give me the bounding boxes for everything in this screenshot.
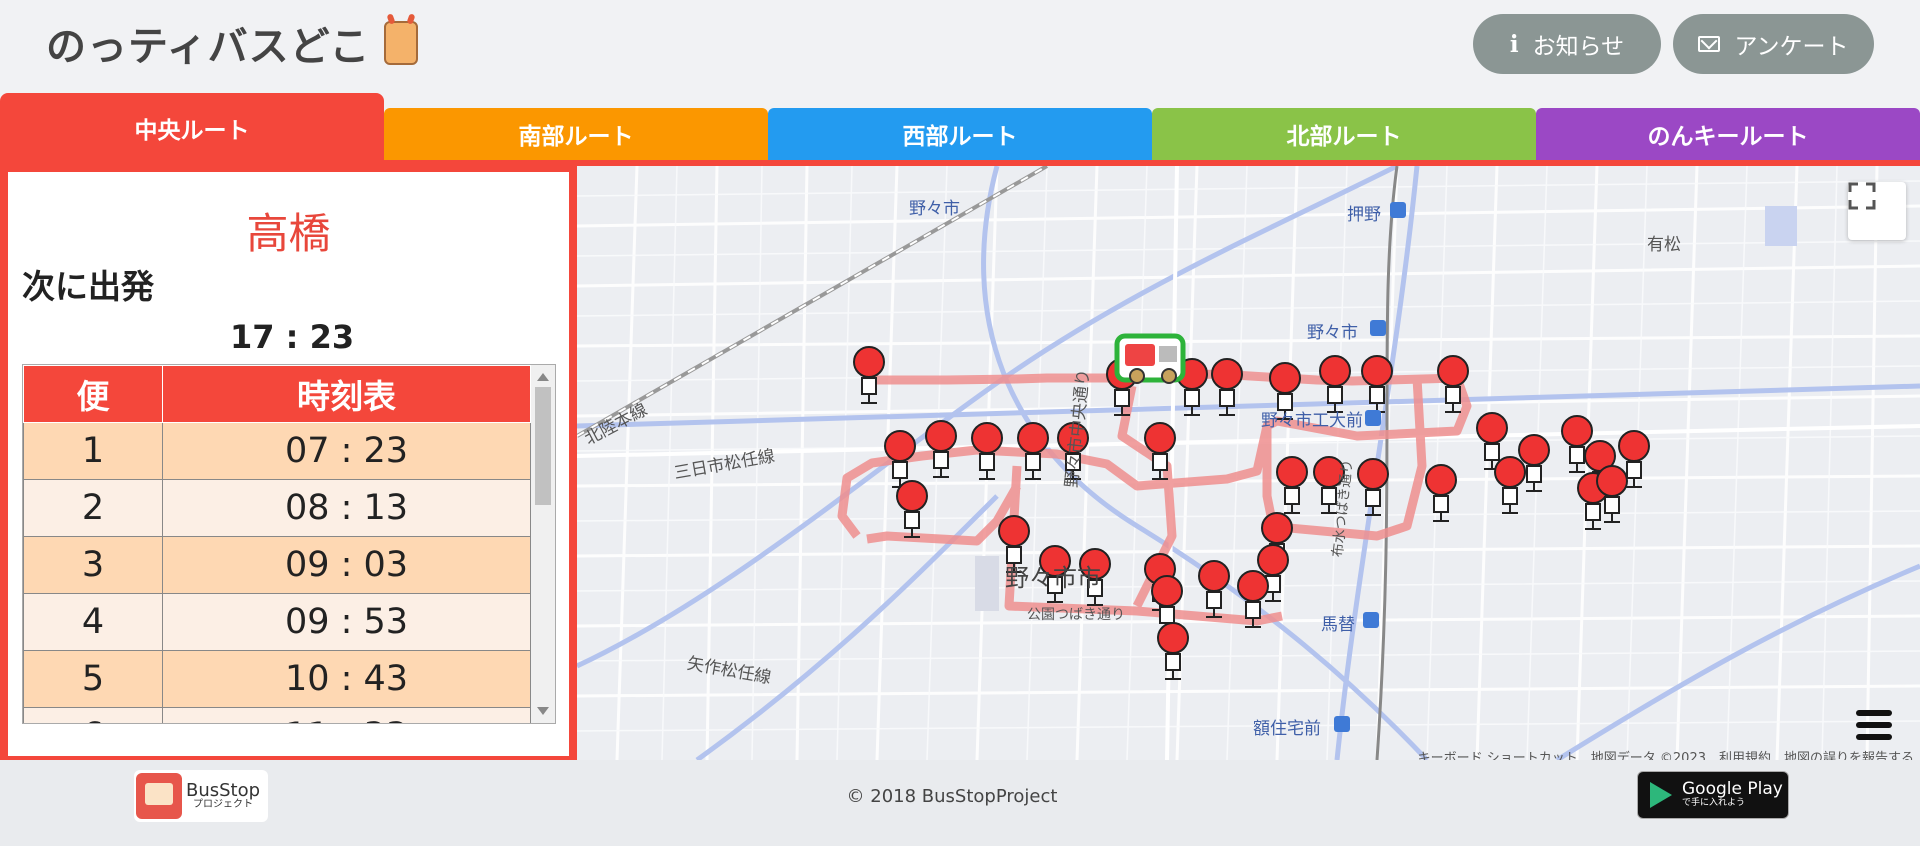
timetable-table: 便 時刻表 1 07 : 23 2 08 : 13 3 09 : 03 4 09… (23, 365, 531, 723)
survey-label: アンケート (1734, 34, 1849, 60)
tab-nanbu-route[interactable]: 南部ルート (384, 108, 768, 160)
table-row: 6 11 : 33 (23, 707, 531, 723)
timetable[interactable]: 便 時刻表 1 07 : 23 2 08 : 13 3 09 : 03 4 09… (22, 364, 556, 724)
notice-button[interactable]: i お知らせ (1473, 14, 1661, 74)
map-label: 馬替 (1321, 615, 1355, 635)
tab-label: 北部ルート (1286, 124, 1402, 150)
next-departure-time: 17 : 23 (230, 318, 355, 356)
tab-nonki-route[interactable]: のんキールート (1536, 108, 1920, 160)
table-row: 4 09 : 53 (23, 593, 531, 651)
table-row: 2 08 : 13 (23, 479, 531, 537)
bus-marker-icon[interactable] (1114, 333, 1186, 384)
map-label: 野々市工大前 (1261, 411, 1363, 431)
station-icon (1334, 716, 1350, 732)
next-departure-label: 次に出発 (22, 267, 154, 306)
map-label: 野々市市 (1005, 564, 1101, 592)
table-row: 5 10 : 43 (23, 650, 531, 708)
map-label: 押野 (1347, 205, 1381, 225)
route-map[interactable]: 野々市 押野 有松 野々市 野々市工大前 北陸本線 三日市松任線 野々市中央通り… (577, 166, 1920, 760)
copyright: © 2018 BusStopProject (846, 786, 1058, 807)
footer: BusStop プロジェクト © 2018 BusStopProject Goo… (0, 760, 1920, 846)
trip-cell: 5 (23, 650, 163, 708)
notice-label: お知らせ (1532, 34, 1625, 60)
stop-panel-inner: 高橋 次に出発 17 : 23 便 時刻表 1 07 : 23 2 08 : 1… (8, 172, 569, 756)
map-menu-button[interactable] (1856, 710, 1892, 746)
mail-icon (1698, 36, 1721, 52)
mascot-icon (384, 21, 419, 65)
header-time: 時刻表 (162, 365, 531, 423)
time-cell: 09 : 53 (162, 593, 531, 651)
station-icon (1370, 320, 1386, 336)
menu-bar (1856, 722, 1892, 728)
map-label: 野々市 (909, 199, 960, 219)
timetable-header: 便 時刻表 (23, 365, 531, 423)
stop-name: 高橋 (246, 209, 331, 258)
stop-panel: 高橋 次に出発 17 : 23 便 時刻表 1 07 : 23 2 08 : 1… (0, 166, 577, 760)
trip-cell: 2 (23, 479, 163, 537)
station-icon (1363, 612, 1379, 628)
tab-label: 南部ルート (518, 124, 634, 150)
info-icon: i (1509, 30, 1519, 58)
tab-chuo-route[interactable]: 中央ルート (0, 93, 384, 166)
tab-label: 西部ルート (902, 124, 1018, 150)
trip-cell: 1 (23, 422, 163, 480)
app-title-text: のっティバスどこ (46, 24, 371, 70)
trip-cell: 6 (23, 707, 163, 723)
trip-cell: 4 (23, 593, 163, 651)
menu-bar (1856, 734, 1892, 740)
fullscreen-icon (1848, 182, 1876, 210)
app-title: のっティバスどこ (46, 14, 419, 72)
google-play-badge[interactable]: Google Play で手に入れよう (1637, 771, 1789, 819)
header-trip: 便 (23, 365, 163, 423)
trip-cell: 3 (23, 536, 163, 594)
tab-seibu-route[interactable]: 西部ルート (768, 108, 1152, 160)
station-icon (1365, 410, 1381, 426)
scroll-up-icon[interactable] (537, 373, 549, 381)
time-cell: 07 : 23 (162, 422, 531, 480)
scroll-thumb[interactable] (535, 387, 551, 505)
timetable-scrollbar[interactable] (531, 365, 555, 723)
time-cell: 09 : 03 (162, 536, 531, 594)
time-cell: 08 : 13 (162, 479, 531, 537)
table-row: 3 09 : 03 (23, 536, 531, 594)
map-label: 野々市 (1307, 323, 1358, 343)
google-play-subtitle: で手に入れよう (1682, 798, 1746, 809)
google-play-icon (1650, 782, 1672, 808)
fullscreen-button[interactable] (1848, 182, 1906, 240)
map-label: 公園つばき通り (1027, 607, 1125, 623)
time-cell: 11 : 33 (162, 707, 531, 723)
map-attribution: キーボード ショートカット 地図データ ©2023 利用規約 地図の誤りを報告す… (1417, 751, 1914, 760)
map-label: 有松 (1647, 235, 1681, 255)
table-row: 1 07 : 23 (23, 422, 531, 480)
menu-bar (1856, 710, 1892, 716)
station-icon (1390, 202, 1406, 218)
google-play-text: Google Play で手に入れよう (1682, 779, 1783, 809)
scroll-down-icon[interactable] (537, 707, 549, 715)
tab-hokubu-route[interactable]: 北部ルート (1152, 108, 1536, 160)
tab-label: 中央ルート (134, 118, 250, 144)
time-cell: 10 : 43 (162, 650, 531, 708)
map-label: 額住宅前 (1253, 719, 1321, 739)
map-canvas (577, 166, 1920, 760)
tab-label: のんキールート (1647, 124, 1809, 150)
google-play-title: Google Play (1682, 779, 1783, 800)
survey-button[interactable]: アンケート (1673, 14, 1874, 74)
